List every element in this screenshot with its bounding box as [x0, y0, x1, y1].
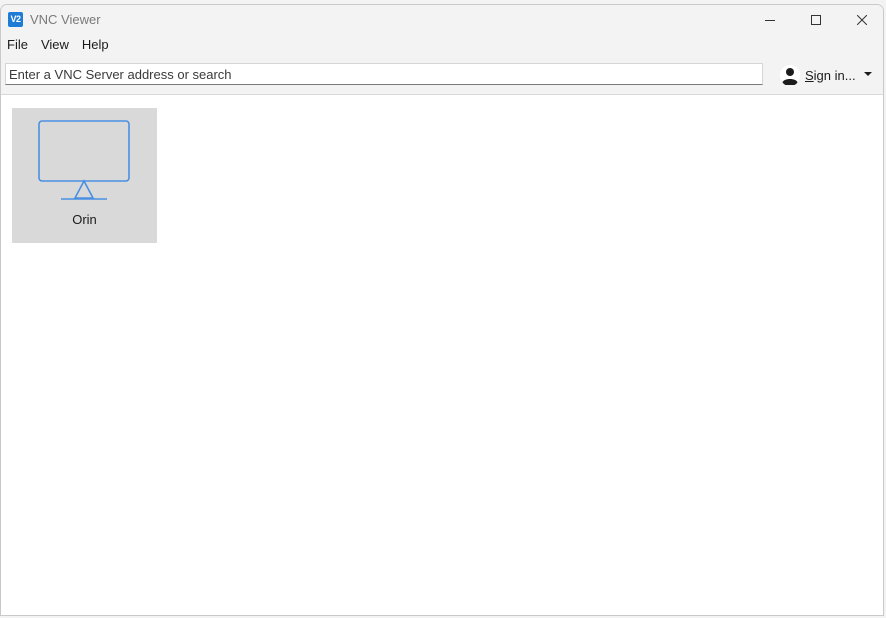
- monitor-icon: [38, 120, 130, 200]
- close-button[interactable]: [839, 5, 883, 35]
- minimize-button[interactable]: [747, 5, 793, 35]
- server-address-search-input[interactable]: [5, 63, 763, 85]
- sign-in-label: Sign in...: [805, 67, 856, 83]
- window-title: VNC Viewer: [30, 12, 101, 27]
- toolbar: Sign in...: [1, 55, 883, 95]
- sign-in-button[interactable]: Sign in...: [780, 64, 856, 86]
- menu-file[interactable]: File: [1, 35, 35, 55]
- vnc-viewer-window: V2 VNC Viewer File View Help Enter a VNC…: [0, 4, 884, 616]
- user-avatar-icon: [780, 65, 800, 85]
- menu-bar: File View Help: [1, 35, 883, 55]
- title-bar[interactable]: V2 VNC Viewer: [1, 5, 883, 35]
- menu-help[interactable]: Help: [76, 35, 116, 55]
- vnc-logo-icon: V2: [8, 12, 23, 27]
- dropdown-arrow-icon[interactable]: [863, 70, 873, 78]
- computer-name-label: Orin: [72, 212, 97, 227]
- computer-tile-orin[interactable]: Orin: [12, 108, 157, 243]
- maximize-icon: [811, 15, 821, 25]
- maximize-button[interactable]: [793, 5, 839, 35]
- menu-view[interactable]: View: [35, 35, 76, 55]
- minimize-icon: [765, 20, 775, 21]
- address-book-area: Orin: [1, 96, 883, 615]
- close-icon: [857, 15, 867, 25]
